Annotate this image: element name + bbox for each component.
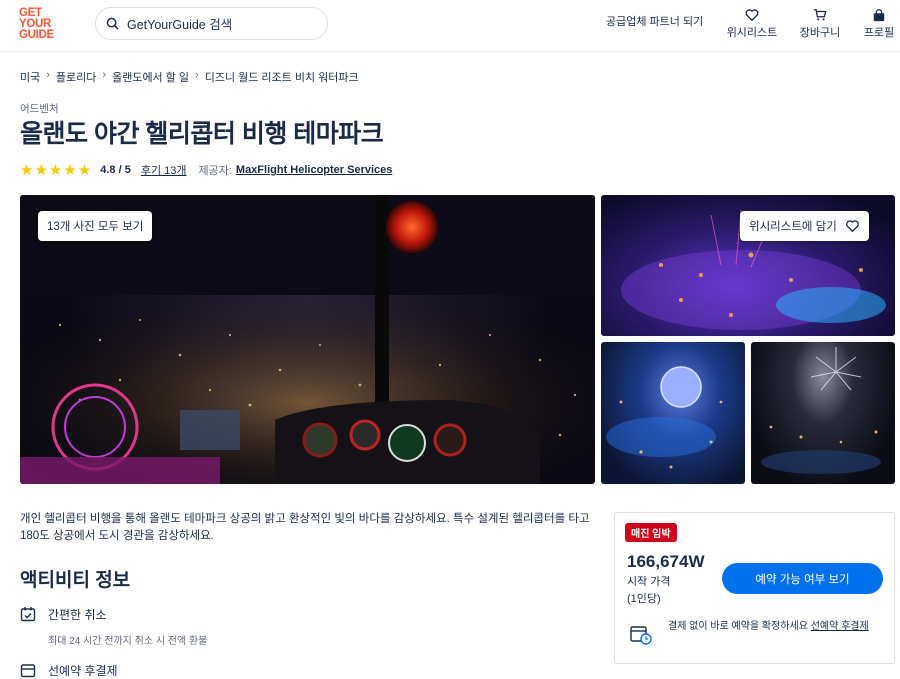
reviews-link[interactable]: 후기 13개 [141, 162, 187, 178]
reserve-now-note: 결제 없이 바로 예약을 확정하세요 선예약 후결제 [668, 619, 883, 634]
breadcrumb-item[interactable]: 디즈니 월드 리조트 비치 워터파크 [205, 69, 359, 85]
cart-icon [813, 9, 827, 21]
nav-cart-button[interactable]: 장바구니 [790, 8, 850, 40]
price-label: 시작 가격 (1인당) [627, 574, 671, 608]
feature-free-cancellation: 간편한 취소 최대 24 시간 전까지 취소 시 전액 환불 [20, 606, 207, 647]
add-to-wishlist-label: 위시리스트에 담기 [749, 221, 837, 233]
calendar-clock-icon [630, 626, 652, 645]
reserve-now-pay-later-link[interactable]: 선예약 후결제 [811, 621, 869, 632]
price-label-line1: 시작 가격 [627, 576, 671, 588]
heart-icon [845, 220, 859, 233]
page-title: 올랜도 야간 헬리콥터 비행 테마파크 [20, 120, 384, 148]
profile-icon [873, 9, 885, 22]
booking-card: 매진 임박 166,674W 시작 가격 (1인당) 예약 가능 여부 보기 결… [614, 512, 895, 664]
getyourguide-logo[interactable]: GET YOUR GUIDE [19, 7, 65, 41]
photo-fireworks-lake[interactable] [751, 342, 895, 484]
logo-line-3: GUIDE [19, 29, 54, 41]
breadcrumb: 미국 › 플로리다 › 올랜도에서 할 일 › 디즈니 월드 리조트 비치 워터… [20, 69, 359, 85]
search-placeholder: GetYourGuide 검색 [127, 18, 233, 32]
epcot-sphere-illustration [606, 366, 723, 469]
main-photo-helicopter-night[interactable]: 13개 사진 모두 보기 [20, 195, 595, 484]
search-input[interactable]: GetYourGuide 검색 [95, 7, 328, 40]
rating-score: 4.8 / 5 [100, 164, 131, 176]
check-availability-button[interactable]: 예약 가능 여부 보기 [722, 563, 883, 594]
nav-cart-label: 장바구니 [799, 27, 841, 39]
feature-reserve-now-pay-later: 선예약 후결제 [20, 662, 118, 679]
fireworks-illustration [761, 347, 881, 474]
breadcrumb-item[interactable]: 미국 [20, 69, 40, 85]
nav-profile-button[interactable]: 프로필 [849, 8, 900, 40]
heart-icon [745, 9, 759, 22]
breadcrumb-item[interactable]: 플로리다 [56, 69, 96, 85]
supplier-partner-link[interactable]: 공급업체 파트너 되기 [606, 13, 703, 29]
feature-title: 간편한 취소 [48, 608, 107, 622]
breadcrumb-item[interactable]: 올랜도에서 할 일 [112, 69, 189, 85]
top-navigation-bar: GET YOUR GUIDE GetYourGuide 검색 공급업체 파트너 … [0, 0, 900, 52]
nav-wishlist-button[interactable]: 위시리스트 [722, 8, 782, 40]
calendar-check-icon [20, 607, 36, 622]
nav-wishlist-label: 위시리스트 [726, 27, 778, 39]
star-rating-icons: ★★★★★ [20, 162, 93, 179]
feature-title: 선예약 후결제 [48, 664, 118, 678]
breadcrumb-separator: › [102, 69, 107, 81]
breadcrumb-separator: › [46, 69, 50, 81]
provider-label: 제공자: [198, 165, 232, 177]
provider-link[interactable]: MaxFlight Helicopter Services [236, 164, 393, 176]
add-to-wishlist-button[interactable]: 위시리스트에 담기 [740, 211, 869, 241]
activity-description: 개인 헬리콥터 비행을 통해 올랜도 테마파크 상공의 밝고 환상적인 빛의 바… [20, 513, 590, 542]
price-label-line2: (1인당) [627, 593, 661, 605]
likely-to-sell-out-badge: 매진 임박 [625, 523, 677, 542]
search-icon [106, 17, 119, 30]
price-value: 166,674W [627, 552, 705, 571]
view-all-photos-label: 13개 사진 모두 보기 [47, 221, 144, 233]
photo-epcot-fireworks-aerial[interactable]: 위시리스트에 담기 [601, 195, 895, 336]
view-all-photos-button[interactable]: 13개 사진 모두 보기 [38, 211, 153, 241]
reserve-note-text: 결제 없이 바로 예약을 확정하세요 [668, 621, 811, 632]
photo-epcot-sphere[interactable] [601, 342, 745, 484]
feature-subtitle: 최대 24 시간 전까지 취소 시 전액 환불 [48, 636, 208, 647]
rating-row: ★★★★★ 4.8 / 5 후기 13개 제공자: MaxFlight Heli… [20, 161, 392, 179]
breadcrumb-separator: › [195, 69, 199, 81]
activity-info-heading: 액티비티 정보 [20, 570, 131, 591]
nav-profile-label: 프로필 [863, 27, 895, 39]
calendar-pay-icon [20, 664, 36, 678]
